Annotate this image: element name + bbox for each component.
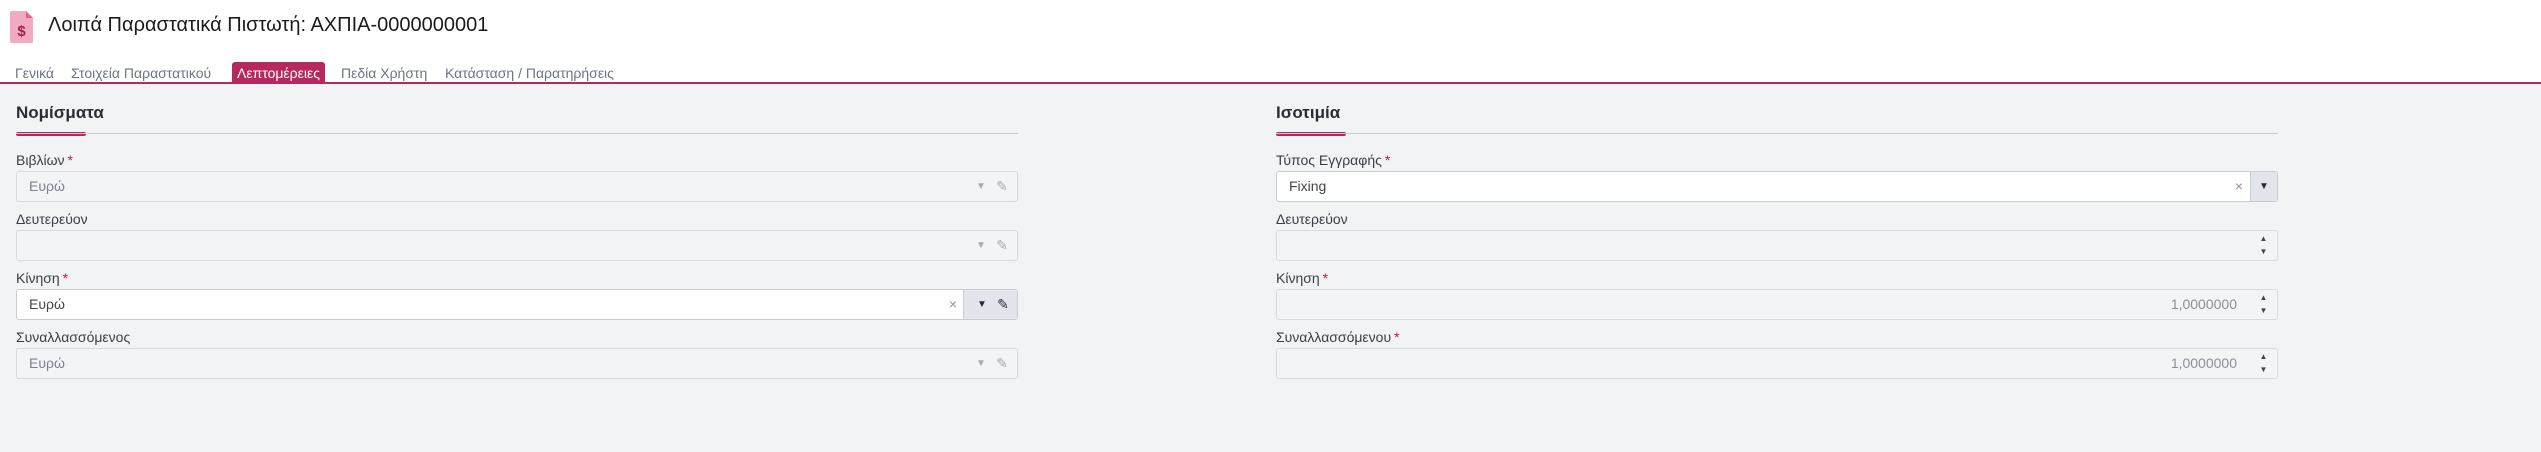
svg-text:$: $ (17, 23, 26, 40)
tab-document-details[interactable]: Στοιχεία Παραστατικού (66, 62, 216, 84)
pencil-icon[interactable]: ✎ (993, 172, 1011, 201)
movement-rate-input[interactable]: 1,0000000 ▲ ▼ (1276, 289, 2278, 320)
chevron-down-icon[interactable]: ▼ (973, 231, 989, 260)
entry-type-select[interactable]: Fixing × ▼ (1276, 171, 2278, 202)
counterparty-currency-value: Ευρώ (29, 355, 65, 371)
secondary-currency-buttons: ▼ ✎ (963, 231, 1017, 260)
movement-rate-value: 1,0000000 (2170, 296, 2237, 312)
entry-type-value: Fixing (1289, 178, 1327, 194)
secondary-rate-stepper: ▲ ▼ (2250, 231, 2277, 260)
counterparty-currency-buttons: ▼ ✎ (963, 349, 1017, 378)
secondary-rate-label: Δευτερεύον (1276, 211, 1348, 227)
section-divider (1276, 133, 2278, 134)
tab-details[interactable]: Λεπτομέρειες (232, 62, 325, 84)
pencil-icon[interactable]: ✎ (993, 231, 1011, 260)
counterparty-rate-input[interactable]: 1,0000000 ▲ ▼ (1276, 348, 2278, 379)
page-header: $ Λοιπά Παραστατικά Πιστωτή: ΑΧΠΙΑ-00000… (0, 0, 2541, 58)
spin-down-icon[interactable]: ▼ (2250, 363, 2277, 377)
books-currency-label: Βιβλίων * (16, 152, 73, 168)
movement-currency-buttons: ▼ ✎ (963, 290, 1017, 319)
chevron-down-icon[interactable]: ▼ (973, 349, 989, 378)
counterparty-rate-value: 1,0000000 (2170, 355, 2237, 371)
tab-user-fields[interactable]: Πεδία Χρήστη (336, 62, 432, 84)
section-divider (16, 133, 1018, 134)
secondary-currency-field[interactable]: ▼ ✎ (16, 230, 1018, 261)
movement-rate-stepper: ▲ ▼ (2250, 290, 2277, 319)
tab-status-notes[interactable]: Κατάσταση / Παρατηρήσεις (440, 62, 619, 84)
counterparty-currency-label: Συναλλασσόμενος (16, 329, 131, 345)
pencil-icon[interactable]: ✎ (994, 290, 1012, 319)
currencies-section: Νομίσματα Βιβλίων * Ευρώ ▼ ✎ Δευτερεύον ▼… (16, 100, 1018, 379)
entry-type-label: Τύπος Εγγραφής * (1276, 152, 1391, 168)
movement-currency-label: Κίνηση * (16, 270, 69, 286)
movement-rate-label: Κίνηση * (1276, 270, 1329, 286)
tab-bar: Γενικά Στοιχεία Παραστατικού Λεπτομέρειε… (0, 58, 2541, 84)
spin-up-icon[interactable]: ▲ (2250, 291, 2277, 305)
section-title: Νομίσματα (16, 103, 104, 122)
chevron-down-icon[interactable]: ▼ (2250, 172, 2277, 201)
books-currency-field[interactable]: Ευρώ ▼ ✎ (16, 171, 1018, 202)
spin-down-icon[interactable]: ▼ (2250, 245, 2277, 259)
spin-down-icon[interactable]: ▼ (2250, 304, 2277, 318)
books-currency-buttons: ▼ ✎ (963, 172, 1017, 201)
spin-up-icon[interactable]: ▲ (2250, 350, 2277, 364)
document-dollar-icon: $ (10, 11, 33, 43)
spin-up-icon[interactable]: ▲ (2250, 232, 2277, 246)
chevron-down-icon[interactable]: ▼ (973, 172, 989, 201)
clear-icon[interactable]: × (2235, 172, 2243, 201)
page-title: Λοιπά Παραστατικά Πιστωτή: ΑΧΠΙΑ-0000000… (48, 14, 489, 36)
clear-icon[interactable]: × (949, 290, 957, 319)
counterparty-rate-stepper: ▲ ▼ (2250, 349, 2277, 378)
chevron-down-icon[interactable]: ▼ (974, 290, 990, 319)
secondary-currency-label: Δευτερεύον (16, 211, 88, 227)
section-title: Ισοτιμία (1276, 103, 1341, 122)
secondary-rate-input[interactable]: ▲ ▼ (1276, 230, 2278, 261)
movement-currency-value: Ευρώ (29, 296, 65, 312)
books-currency-value: Ευρώ (29, 178, 65, 194)
counterparty-currency-field[interactable]: Ευρώ ▼ ✎ (16, 348, 1018, 379)
tab-general[interactable]: Γενικά (10, 62, 59, 84)
counterparty-rate-label: Συναλλασσόμενου * (1276, 329, 1400, 345)
pencil-icon[interactable]: ✎ (993, 349, 1011, 378)
parity-section: Ισοτιμία Τύπος Εγγραφής * Fixing × ▼ Δευτ… (1276, 100, 2278, 379)
movement-currency-field[interactable]: Ευρώ × ▼ ✎ (16, 289, 1018, 320)
